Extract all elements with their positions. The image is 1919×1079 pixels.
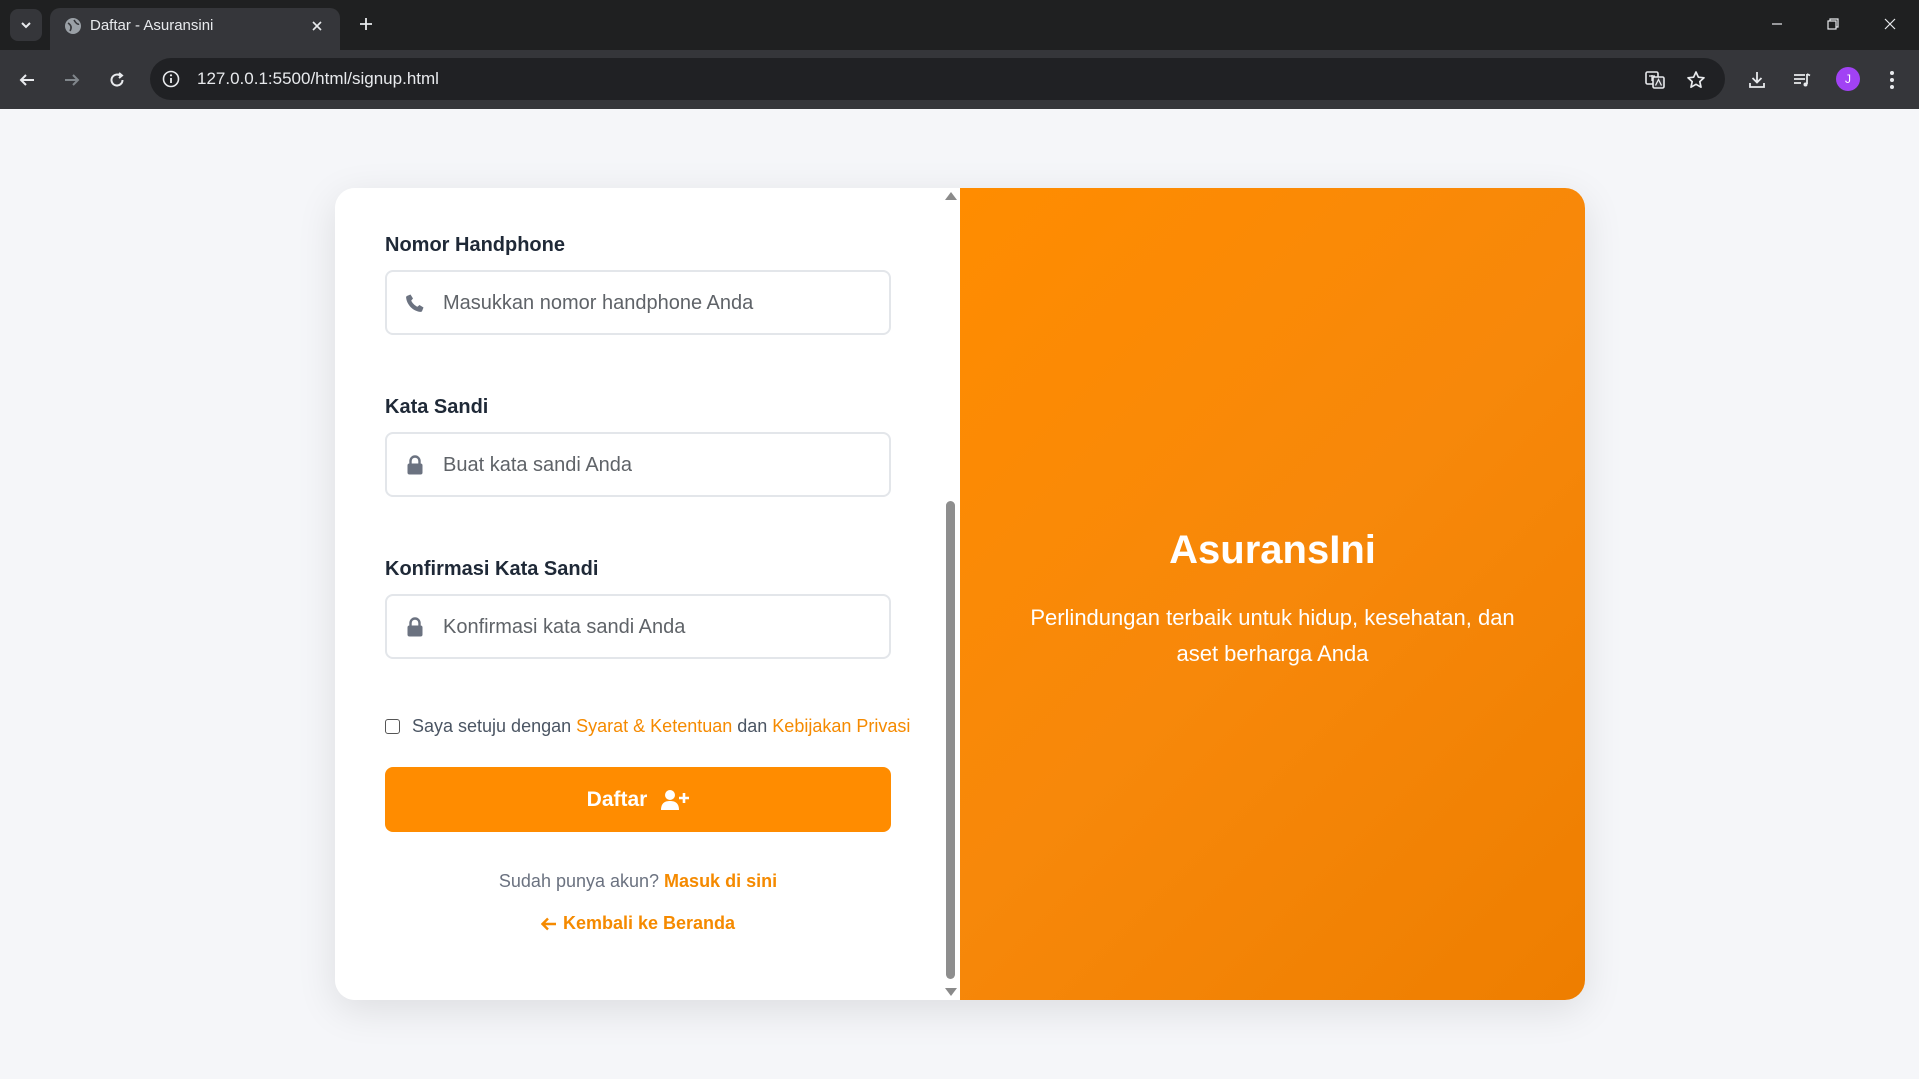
terms-text: Saya setuju dengan Syarat & Ketentuan da… [412, 716, 910, 737]
terms-checkbox[interactable] [385, 719, 400, 734]
back-home-link[interactable]: Kembali ke Beranda [385, 913, 891, 934]
password-field[interactable] [385, 432, 891, 497]
bookmark-star-icon[interactable] [1683, 67, 1709, 93]
reload-icon [110, 72, 124, 87]
lock-icon [404, 616, 426, 638]
confirm-password-field[interactable] [385, 594, 891, 659]
arrow-right-icon [65, 74, 80, 86]
close-window-button[interactable] [1870, 6, 1910, 42]
close-icon [312, 21, 322, 31]
minimize-icon [1772, 23, 1782, 25]
password-input[interactable] [443, 448, 873, 482]
arrow-left-icon [540, 917, 557, 931]
signup-submit-button[interactable]: Daftar [385, 767, 891, 832]
user-plus-icon [661, 789, 690, 811]
terms-prefix: Saya setuju dengan [412, 716, 577, 736]
tab-search-button[interactable] [10, 9, 42, 41]
signup-card: Nomor Handphone Kata Sandi Konfirmasi Ka… [335, 188, 1585, 1000]
confirm-password-input[interactable] [443, 610, 873, 644]
arrow-left-icon [19, 74, 34, 86]
plus-icon [360, 18, 372, 30]
brand-title: AsuransIni [1169, 528, 1376, 572]
scroll-up-arrow-icon[interactable] [945, 192, 957, 200]
login-prompt-text: Sudah punya akun? [498, 871, 665, 891]
terms-conditions-link[interactable]: Syarat & Ketentuan [576, 716, 732, 736]
close-icon [1884, 18, 1896, 30]
minimize-button[interactable] [1757, 6, 1797, 42]
back-home-label: Kembali ke Beranda [562, 913, 736, 933]
chevron-down-icon [21, 22, 31, 29]
brand-subtitle: Perlindungan terbaik untuk hidup, keseha… [1030, 605, 1515, 666]
phone-label: Nomor Handphone [385, 234, 565, 256]
reload-button[interactable] [101, 64, 133, 96]
login-prompt: Sudah punya akun? Masuk di sini [385, 871, 891, 892]
url-text: 127.0.0.1:5500/html/signup.html [197, 69, 439, 88]
more-menu-icon[interactable] [1876, 64, 1908, 96]
site-info-icon[interactable] [160, 68, 182, 90]
new-tab-button[interactable] [352, 10, 380, 38]
back-button[interactable] [11, 64, 43, 96]
terms-middle: dan [732, 716, 773, 736]
browser-toolbar: 127.0.0.1:5500/html/signup.html [0, 50, 1919, 109]
media-queue-icon[interactable] [1786, 64, 1818, 96]
form-scrollbar[interactable] [941, 188, 960, 1000]
phone-field[interactable] [385, 270, 891, 335]
password-label: Kata Sandi [385, 396, 489, 418]
browser-tab-bar: Daftar - Asuransini [0, 0, 1919, 50]
translate-icon[interactable] [1642, 67, 1668, 93]
tab-title: Daftar - Asuransini [90, 17, 214, 34]
scroll-down-arrow-icon[interactable] [945, 988, 957, 996]
browser-tab[interactable]: Daftar - Asuransini [50, 8, 340, 50]
signup-form: Nomor Handphone Kata Sandi Konfirmasi Ka… [335, 188, 960, 1000]
phone-input[interactable] [443, 286, 873, 320]
globe-icon [65, 18, 81, 34]
login-link[interactable]: Masuk di sini [664, 871, 777, 891]
restore-button[interactable] [1813, 6, 1853, 42]
brand-panel: AsuransIni Perlindungan terbaik untuk hi… [960, 188, 1585, 1000]
forward-button[interactable] [56, 64, 88, 96]
phone-icon [404, 292, 426, 314]
address-bar[interactable]: 127.0.0.1:5500/html/signup.html [150, 58, 1725, 100]
download-icon[interactable] [1741, 64, 1773, 96]
profile-avatar[interactable]: J [1836, 67, 1860, 91]
tab-close-button[interactable] [306, 15, 328, 37]
privacy-policy-link[interactable]: Kebijakan Privasi [772, 716, 910, 736]
lock-icon [404, 454, 426, 476]
scroll-thumb[interactable] [946, 501, 955, 979]
submit-label: Daftar [586, 787, 648, 811]
restore-icon [1827, 18, 1839, 30]
confirm-password-label: Konfirmasi Kata Sandi [385, 558, 599, 580]
